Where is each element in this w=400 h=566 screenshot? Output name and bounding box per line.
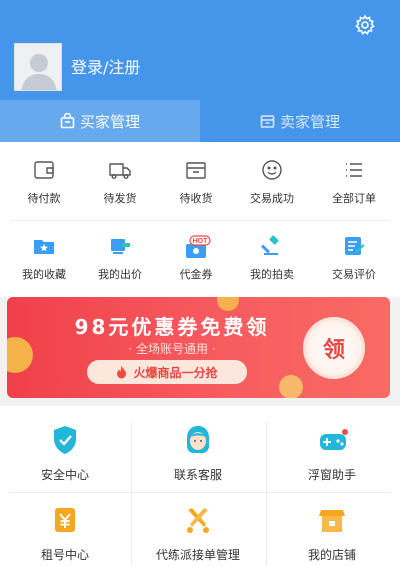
coin-decoration (279, 375, 303, 398)
rental-center-item[interactable]: 租号中心 (5, 492, 125, 566)
customer-service-item[interactable]: 联系客服 (138, 412, 258, 492)
smile-icon (260, 158, 284, 182)
my-favorites-item[interactable]: 我的收藏 (6, 226, 82, 298)
claim-button[interactable]: 领 (303, 317, 365, 379)
divider (266, 422, 267, 566)
bag-icon (60, 113, 75, 129)
floating-assistant-item[interactable]: 浮窗助手 (272, 412, 392, 492)
tab-seller-management[interactable]: 卖家管理 (200, 100, 400, 142)
trade-success-item[interactable]: 交易成功 (234, 150, 310, 222)
boosting-order-management-item[interactable]: 代练派接单管理 (138, 492, 258, 566)
pending-receipt-item[interactable]: 待收货 (158, 150, 234, 222)
order-status-row: 待付款 待发货 待收货 交易成功 全部订单 (0, 150, 400, 222)
coupons-item[interactable]: HOT 代金券 (158, 226, 234, 298)
login-register-link[interactable]: 登录/注册 (71, 58, 140, 78)
shortcut-row: 我的收藏 我的出价 HOT 代金券 我的拍卖 交易评价 (0, 226, 400, 298)
profile-header: 登录/注册 买家管理 卖家管理 (0, 0, 400, 142)
pending-payment-item[interactable]: 待付款 (6, 150, 82, 222)
store-icon (318, 504, 346, 536)
truck-icon (108, 158, 132, 182)
box-icon (260, 114, 275, 129)
all-orders-item[interactable]: 全部订单 (316, 150, 392, 222)
flash-deal-button[interactable]: 火爆商品一分抢 (87, 360, 247, 384)
avatar[interactable] (14, 43, 62, 91)
fire-icon (116, 365, 127, 379)
crossed-swords-icon (184, 504, 212, 536)
wallet-icon (32, 158, 56, 182)
divider (10, 220, 390, 221)
order-shortcuts-panel: 待付款 待发货 待收货 交易成功 全部订单 我的收藏 我的出价 HOT 代金券 … (0, 142, 400, 297)
trade-reviews-item[interactable]: 交易评价 (316, 226, 392, 298)
security-center-item[interactable]: 安全中心 (5, 412, 125, 492)
my-store-item[interactable]: 我的店铺 (272, 492, 392, 566)
auction-hammer-icon (260, 234, 284, 258)
pending-shipment-item[interactable]: 待发货 (82, 150, 158, 222)
coupon-icon: HOT (184, 234, 211, 258)
yen-tag-icon (51, 504, 79, 536)
services-grid: 安全中心 联系客服 浮窗助手 租号中心 代练派接单管理 我的店铺 (0, 406, 400, 566)
my-bids-item[interactable]: 我的出价 (82, 226, 158, 298)
package-icon (184, 158, 208, 182)
banner-title: 98元优惠券免费领 (74, 315, 270, 339)
folder-star-icon (32, 234, 56, 258)
banner-subtitle: · 全场账号通用 · (128, 342, 216, 356)
tab-label: 买家管理 (79, 112, 140, 131)
bid-icon (108, 234, 132, 258)
gear-icon[interactable] (354, 14, 376, 36)
divider (131, 422, 132, 566)
list-icon (342, 158, 366, 182)
coupon-promo-banner[interactable]: 98元优惠券免费领 · 全场账号通用 · 火爆商品一分抢 领 (7, 297, 390, 398)
role-tabs: 买家管理 卖家管理 (0, 100, 400, 142)
customer-service-icon (184, 424, 212, 456)
hot-badge: HOT (193, 238, 209, 245)
review-icon (342, 234, 366, 258)
my-auctions-item[interactable]: 我的拍卖 (234, 226, 310, 298)
flash-deal-label: 火爆商品一分抢 (133, 365, 218, 380)
tab-buyer-management[interactable]: 买家管理 (0, 100, 200, 142)
shield-check-icon (51, 424, 79, 456)
gamepad-icon (318, 424, 348, 456)
tab-label: 卖家管理 (279, 112, 340, 131)
coin-decoration (217, 297, 239, 311)
